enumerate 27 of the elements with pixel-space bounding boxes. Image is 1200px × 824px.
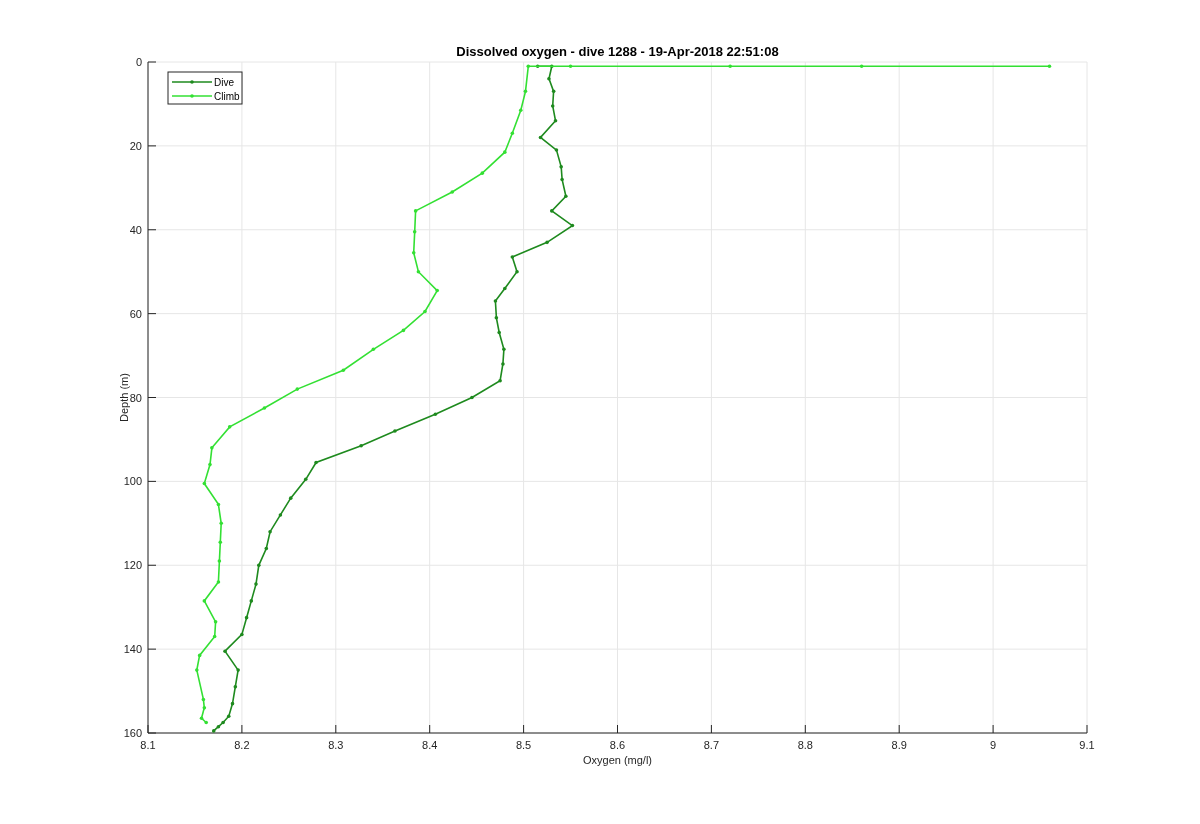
y-tick-label: 80 (129, 391, 142, 404)
x-tick-label: 8.4 (422, 739, 438, 751)
x-tick-label: 9.1 (1079, 739, 1095, 751)
y-tick-label: 100 (123, 475, 142, 488)
x-tick-label: 8.9 (891, 739, 907, 751)
y-tick-label: 140 (123, 643, 142, 656)
legend-line (171, 94, 213, 98)
y-tick-label: 120 (123, 559, 142, 572)
x-tick-label: 8.8 (797, 739, 813, 751)
x-tick-label: 8.6 (609, 739, 626, 751)
legend-label: Climb (214, 91, 240, 102)
x-tick-label: 9 (990, 739, 997, 751)
y-axis-label: Depth (m) (118, 373, 130, 422)
x-tick-label: 8.2 (234, 739, 250, 751)
chart-title: Dissolved oxygen - dive 1288 - 19-Apr-2018 22:51:08 (456, 44, 779, 59)
y-tick-label: 60 (129, 307, 142, 320)
x-tick-label: 8.7 (703, 739, 720, 751)
y-tick-label: 20 (129, 139, 142, 152)
y-tick-label: 0 (135, 56, 142, 68)
x-tick-label: 8.1 (140, 739, 156, 751)
x-tick-label: 8.5 (515, 739, 532, 751)
y-tick-label: 160 (123, 727, 142, 739)
x-axis-label: Oxygen (mg/l) (582, 754, 653, 766)
x-tick-label: 8.3 (328, 739, 344, 751)
legend-line (171, 80, 213, 84)
y-tick-label: 40 (129, 223, 142, 236)
legend-label: Dive (214, 77, 234, 88)
